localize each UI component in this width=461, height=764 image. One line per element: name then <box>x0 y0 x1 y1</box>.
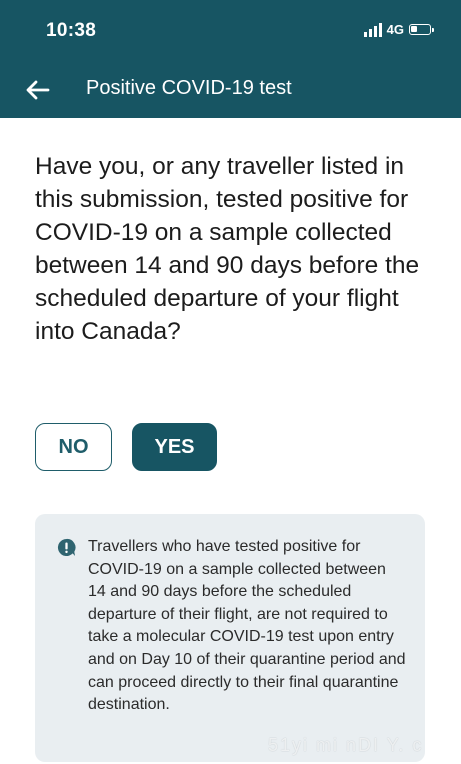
back-arrow-icon[interactable] <box>22 74 54 106</box>
watermark: 51yi mi nDI Y. c <box>268 735 424 755</box>
status-time: 10:38 <box>46 20 97 41</box>
network-label: 4G <box>386 22 404 37</box>
answer-buttons: NO YES <box>35 423 217 471</box>
info-box: Travellers who have tested positive for … <box>35 514 425 762</box>
question-text: Have you, or any traveller listed in thi… <box>35 153 420 345</box>
page-title: Positive COVID-19 test <box>86 77 292 99</box>
alert-bubble-icon <box>57 538 76 557</box>
battery-icon <box>409 24 434 35</box>
app-bar: Positive COVID-19 test <box>0 62 461 118</box>
info-text: Travellers who have tested positive for … <box>88 538 406 714</box>
yes-button[interactable]: YES <box>132 423 217 471</box>
status-bar: 10:38 4G <box>0 0 461 62</box>
screen: 10:38 4G Positive COVID-19 test Have you… <box>0 0 461 764</box>
status-icons: 4G <box>363 22 434 37</box>
no-button[interactable]: NO <box>35 423 112 471</box>
signal-icon <box>363 22 382 37</box>
